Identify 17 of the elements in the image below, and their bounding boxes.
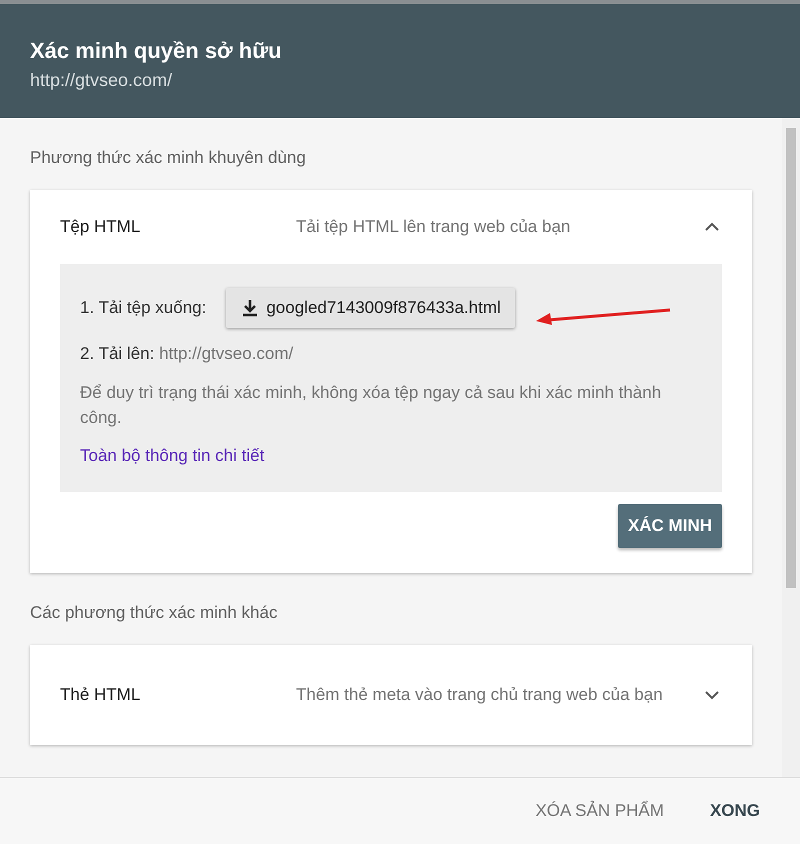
dialog-title: Xác minh quyền sở hữu: [30, 38, 283, 64]
download-button[interactable]: googled7143009f876433a.html: [226, 288, 515, 328]
verify-button[interactable]: XÁC MINH: [618, 504, 722, 548]
section-heading: Phương thức xác minh khuyên dùng: [30, 148, 307, 168]
method-name: Thẻ HTML: [60, 685, 142, 705]
scrollbar[interactable]: [782, 118, 800, 777]
method-description: Tải tệp HTML lên trang web của bạn: [296, 216, 572, 238]
section-heading: Các phương thức xác minh khác: [30, 603, 278, 623]
step-label: 1. Tải tệp xuống:: [80, 298, 206, 318]
step-text: 2. Tải lên: http://gtvseo.com/: [80, 344, 294, 364]
method-name: Tệp HTML: [60, 217, 142, 237]
site-url: http://gtvseo.com/: [30, 70, 174, 91]
details-link[interactable]: Toàn bộ thông tin chi tiết: [80, 446, 264, 465]
delete-button[interactable]: XÓA SẢN PHẨM: [529, 800, 670, 822]
done-button[interactable]: XONG: [704, 800, 766, 822]
note-text: Để duy trì trạng thái xác minh, không xóa tệp ngay cả sau khi xác minh thành công.: [80, 382, 662, 429]
method-description: Thêm thẻ meta vào trang chủ trang web của bạn: [296, 684, 664, 706]
